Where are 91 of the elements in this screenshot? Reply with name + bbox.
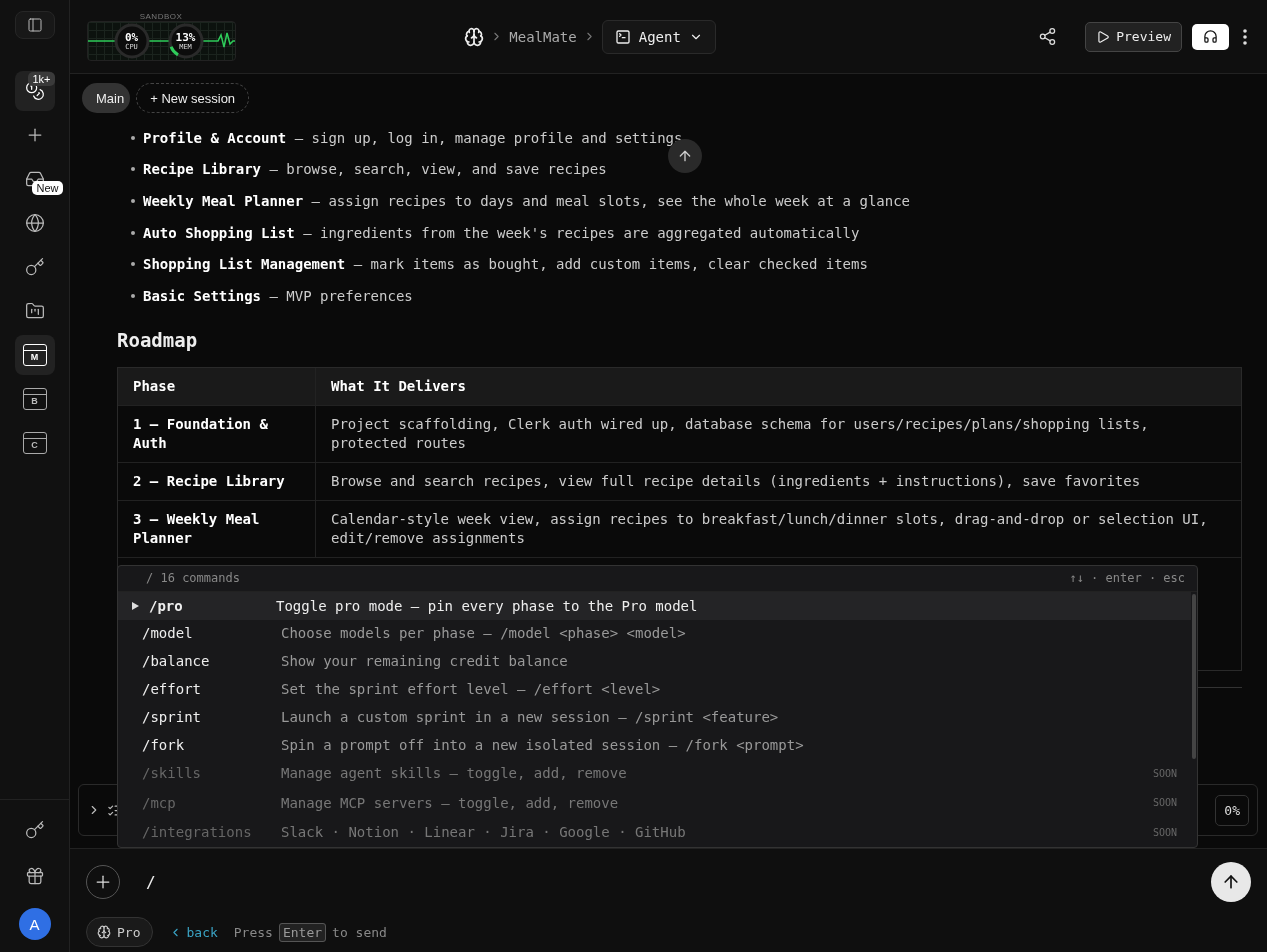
send-button[interactable]: [1211, 862, 1251, 902]
mode-dropdown[interactable]: Agent: [601, 19, 716, 54]
brain-icon: [97, 925, 111, 939]
column-header: What It Delivers: [331, 377, 466, 394]
soon-label: SOON: [1152, 826, 1177, 838]
table-cell: Calendar-style week view, assign recipes to breakfast/lunch/dinner slots, drag-and-drop or selection UI, edit/remove assignments: [331, 510, 1208, 546]
section-heading: Roadmap: [117, 328, 199, 351]
panel-icon: [26, 17, 43, 33]
key-icon: [24, 820, 45, 840]
globe-icon: [24, 213, 45, 233]
command-description: Manage agent skills — toggle, add, remove: [281, 765, 628, 782]
command-name: /integrations: [142, 824, 252, 841]
feature-item: Basic Settings — MVP preferences: [143, 287, 413, 304]
sidebar-toggle[interactable]: [14, 11, 55, 39]
app-window-icon: C: [22, 432, 47, 454]
table-cell: 2 — Recipe Library: [133, 472, 285, 489]
app-window-icon: M: [22, 344, 47, 366]
gauge-value: 0%: [124, 31, 139, 43]
feature-item: Weekly Meal Planner — assign recipes to days and meal slots, see the whole week at a glance: [143, 193, 911, 209]
gift-icon: [24, 866, 45, 886]
more-icon: [1243, 28, 1247, 45]
bullet: [131, 262, 135, 267]
command-name: /model: [142, 625, 193, 642]
app-button[interactable]: M: [14, 335, 55, 375]
back-link[interactable]: back: [169, 924, 218, 940]
support-button[interactable]: [1192, 23, 1229, 50]
table-cell: 1 — Foundation & Auth: [133, 415, 268, 451]
command-description: Set the sprint effort level — /effort <level>: [281, 681, 662, 697]
bullet: [131, 293, 135, 298]
command-name: /mcp: [142, 794, 176, 811]
bullet: [131, 230, 135, 235]
command-item[interactable]: /pro Toggle pro mode — pin every phase to the Pro model: [118, 591, 1191, 620]
command-description: Spin a prompt off into a new isolated session — /fork <prompt>: [281, 736, 805, 753]
coins-icon: [24, 81, 45, 101]
project-name[interactable]: MealMate: [509, 28, 577, 45]
progress-percent: 0%: [1215, 794, 1249, 826]
new-badge: New: [32, 181, 63, 195]
arrow-up-icon: [677, 148, 693, 164]
model-chip[interactable]: Pro: [86, 917, 154, 947]
soon-label: SOON: [1152, 797, 1177, 809]
command-item[interactable]: /sprint Launch a custom sprint in a new session — /sprint <feature>: [118, 702, 1191, 731]
command-description: Slack · Notion · Linear · Jira · Google · GitHub: [281, 824, 687, 841]
command-name: /skills: [142, 765, 201, 782]
command-item[interactable]: /effort Set the sprint effort level — /effort <level>: [118, 675, 1191, 703]
command-name: /effort: [142, 681, 201, 697]
command-name: /pro: [149, 597, 183, 614]
app-button[interactable]: C: [14, 423, 55, 463]
bullet: [131, 167, 135, 172]
preview-button[interactable]: Preview: [1085, 21, 1182, 52]
command-name: /balance: [142, 653, 210, 670]
session-tab[interactable]: Main: [82, 83, 131, 113]
bullet: [131, 199, 135, 203]
sandbox-label: SANDBOX: [139, 12, 183, 21]
command-description: Launch a custom sprint in a new session — /sprint <feature>: [281, 708, 780, 725]
pointer-icon: [132, 601, 139, 610]
bullet: [131, 135, 135, 140]
user-avatar[interactable]: A: [18, 908, 51, 940]
column-header: Phase: [133, 377, 176, 394]
feature-item: Shopping List Management — mark items as bought, add custom items, clear checked items: [143, 256, 868, 273]
app-window-icon: B: [22, 388, 47, 410]
feature-item: Recipe Library — browse, search, view, and save recipes: [143, 161, 607, 178]
command-description: Show your remaining credit balance: [281, 653, 569, 670]
key-icon: [24, 257, 45, 277]
table-cell: 3 — Weekly Meal Planner: [133, 510, 260, 546]
soon-label: SOON: [1152, 767, 1177, 779]
command-count: / 16 commands: [146, 571, 240, 586]
play-icon: [1096, 29, 1111, 44]
command-item[interactable]: /balance Show your remaining credit balance: [118, 647, 1191, 676]
command-item[interactable]: /model Choose models per phase — /model <phase> <model>: [118, 619, 1191, 648]
command-name: /sprint: [142, 708, 201, 725]
keyboard-hint: ↑↓ · enter · esc: [1069, 571, 1185, 586]
count-badge: 1k+: [28, 72, 55, 86]
gauge-value: 13%: [175, 31, 196, 43]
table-cell: Project scaffolding, Clerk auth wired up, database schema for users/recipes/plans/shopping lists, protected routes: [331, 415, 1149, 451]
message-input[interactable]: /: [144, 871, 1187, 893]
credits-button[interactable]: 1k+: [14, 71, 55, 111]
headphones-icon: [1203, 29, 1218, 44]
send-hint: Press Enter to send: [233, 924, 387, 940]
terminal-icon: [614, 28, 631, 45]
feature-item: Auto Shopping List — ingredients from the week's recipes are aggregated automatically: [143, 224, 860, 241]
folder-icon: [24, 301, 45, 321]
command-description: Choose models per phase — /model <phase> <model>: [281, 625, 687, 642]
command-description: Toggle pro mode — pin every phase to the Pro model: [276, 597, 699, 614]
command-description: Manage MCP servers — toggle, add, remove: [281, 794, 620, 811]
share-icon: [1038, 27, 1058, 46]
table-cell: Browse and search recipes, view full recipe details (ingredients + instructions), save favorites: [331, 472, 1141, 489]
command-item[interactable]: /fork Spin a prompt off into a new isolated session — /fork <prompt>: [118, 730, 1191, 759]
command-name: /fork: [142, 736, 185, 753]
feature-item: Profile & Account — sign up, log in, manage profile and settings: [143, 129, 683, 146]
app-button[interactable]: B: [14, 379, 55, 419]
brain-icon: [464, 26, 485, 47]
